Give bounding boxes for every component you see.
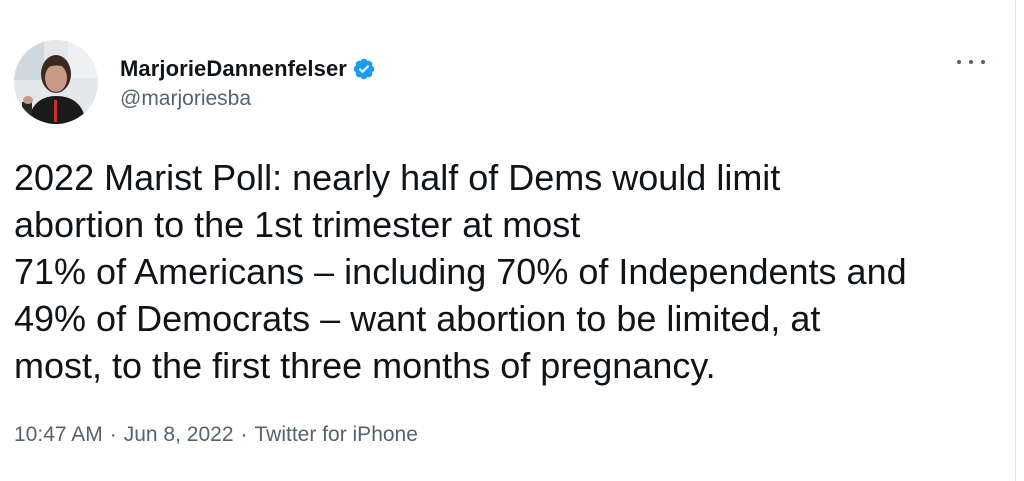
tweet-date[interactable]: Jun 8, 2022 (124, 423, 234, 447)
tweet-text-line: abortion to the 1st trimester at most (14, 204, 581, 245)
verified-badge-icon (352, 57, 376, 81)
tweet-meta: 10:47 AM · Jun 8, 2022 · Twitter for iPh… (14, 423, 418, 447)
more-options-icon[interactable] (957, 52, 985, 72)
tweet-card: MarjorieDannenfelser @marjoriesba 2022 M… (0, 0, 1016, 481)
tweet-text-line: 2022 Marist Poll: nearly half of Dems wo… (14, 157, 781, 198)
tweet-text-line: 49% of Democrats – want abortion to be l… (14, 298, 821, 339)
dot (969, 60, 973, 64)
avatar-photo (14, 40, 98, 124)
tweet-source[interactable]: Twitter for iPhone (255, 423, 418, 447)
dot (957, 60, 961, 64)
author-handle[interactable]: @marjoriesba (120, 87, 376, 111)
dot (981, 60, 985, 64)
tweet-text-line: 71% of Americans – including 70% of Inde… (14, 251, 907, 292)
meta-separator: · (109, 423, 117, 446)
tweet-text: 2022 Marist Poll: nearly half of Dems wo… (14, 154, 1004, 389)
tweet-text-line: most, to the first three months of pregn… (14, 345, 716, 386)
meta-separator: · (240, 423, 248, 446)
author-avatar[interactable] (14, 40, 98, 124)
tweet-time[interactable]: 10:47 AM (14, 423, 103, 447)
author-display-name[interactable]: MarjorieDannenfelser (120, 56, 347, 82)
name-row: MarjorieDannenfelser (120, 53, 376, 85)
tweet-header: MarjorieDannenfelser @marjoriesba (14, 40, 376, 124)
author-identity: MarjorieDannenfelser @marjoriesba (120, 53, 376, 111)
